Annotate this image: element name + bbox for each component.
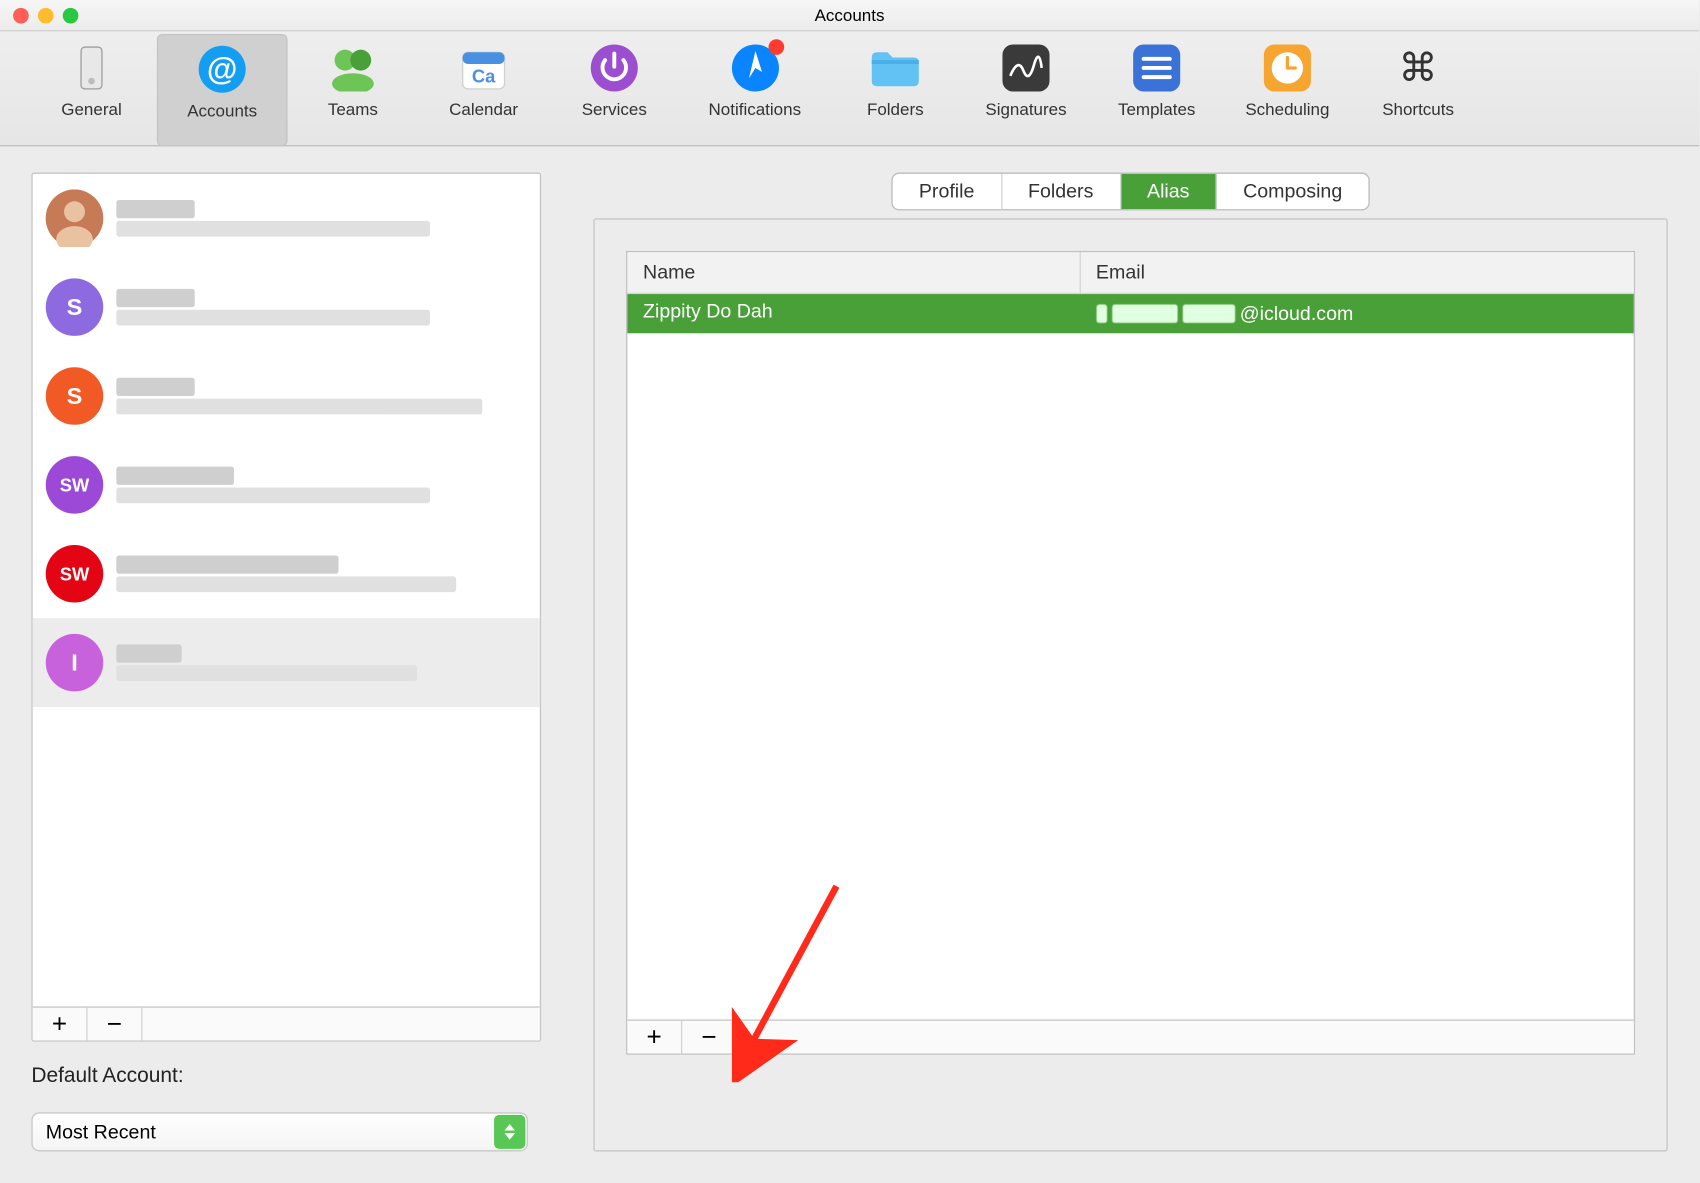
tab-alias[interactable]: Alias [1121, 174, 1217, 209]
accounts-list-box: S S SW SW I [31, 173, 541, 1042]
svg-text:@: @ [207, 51, 238, 86]
toolbar-services[interactable]: Services [549, 33, 680, 145]
add-alias-button[interactable]: + [627, 1020, 682, 1054]
tab-folders[interactable]: Folders [1002, 174, 1121, 209]
alias-row[interactable]: Zippity Do Dah @icloud.com [627, 294, 1633, 333]
account-row[interactable]: I [33, 618, 540, 707]
toolbar-label: Calendar [449, 99, 518, 119]
avatar: SW [46, 456, 104, 514]
account-row[interactable] [33, 174, 540, 263]
toolbar-shortcuts[interactable]: ⌘ Shortcuts [1353, 33, 1484, 145]
avatar: SW [46, 545, 104, 603]
account-row[interactable]: SW [33, 529, 540, 618]
power-icon [588, 41, 640, 93]
command-icon: ⌘ [1392, 41, 1444, 93]
signature-icon [1000, 41, 1052, 93]
toolbar-label: Notifications [709, 99, 802, 119]
accounts-list: S S SW SW I [33, 174, 540, 1007]
toolbar-general[interactable]: General [26, 33, 157, 145]
alias-email-cell: @icloud.com [1080, 294, 1634, 333]
list-icon [1131, 41, 1183, 93]
toolbar-label: Folders [867, 99, 924, 119]
toolbar-label: Shortcuts [1382, 99, 1454, 119]
column-header-email[interactable]: Email [1080, 252, 1634, 293]
account-detail-tabs: Profile Folders Alias Composing [891, 173, 1369, 211]
default-account-label: Default Account: [31, 1065, 541, 1089]
folder-icon [869, 41, 921, 93]
default-account-value: Most Recent [46, 1121, 156, 1143]
alias-panel: Name Email Zippity Do Dah @icloud.com [593, 218, 1667, 1151]
toolbar-label: Scheduling [1245, 99, 1329, 119]
svg-text:Ca: Ca [472, 65, 496, 86]
toolbar-signatures[interactable]: Signatures [961, 33, 1092, 145]
cursor-badge-icon [729, 41, 781, 93]
calendar-icon: Ca [457, 41, 509, 93]
minus-icon: − [701, 1023, 716, 1052]
plus-icon: + [52, 1010, 67, 1039]
toolbar-scheduling[interactable]: Scheduling [1222, 33, 1353, 145]
add-account-button[interactable]: + [33, 1007, 88, 1041]
toolbar-label: Templates [1118, 99, 1195, 119]
toolbar-label: Accounts [187, 100, 257, 120]
toolbar-notifications[interactable]: Notifications [680, 33, 830, 145]
avatar: I [46, 634, 104, 692]
toolbar-label: Teams [328, 99, 378, 119]
preferences-toolbar: General @ Accounts Teams Ca Calendar Ser… [0, 31, 1699, 146]
minus-icon: − [107, 1010, 122, 1039]
clock-icon [1261, 41, 1313, 93]
account-row[interactable]: SW [33, 440, 540, 529]
at-sign-icon: @ [196, 42, 248, 94]
toolbar-templates[interactable]: Templates [1091, 33, 1222, 145]
select-arrows-icon [494, 1115, 525, 1149]
alias-name-cell: Zippity Do Dah [627, 294, 1080, 333]
account-row[interactable]: S [33, 263, 540, 352]
svg-text:⌘: ⌘ [1398, 46, 1437, 89]
toolbar-teams[interactable]: Teams [288, 33, 419, 145]
toolbar-label: General [61, 99, 121, 119]
toolbar-folders[interactable]: Folders [830, 33, 961, 145]
tab-profile[interactable]: Profile [893, 174, 1002, 209]
remove-account-button[interactable]: − [88, 1007, 143, 1041]
switches-icon [65, 41, 117, 93]
toolbar-label: Signatures [985, 99, 1066, 119]
default-account-select[interactable]: Most Recent [31, 1112, 528, 1151]
account-row[interactable]: S [33, 352, 540, 441]
plus-icon: + [647, 1023, 662, 1052]
avatar: S [46, 367, 104, 425]
alias-table: Name Email Zippity Do Dah @icloud.com [626, 251, 1635, 1055]
avatar: S [46, 278, 104, 336]
tab-composing[interactable]: Composing [1217, 174, 1368, 209]
people-icon [327, 41, 379, 93]
remove-alias-button[interactable]: − [682, 1020, 737, 1054]
toolbar-calendar[interactable]: Ca Calendar [418, 33, 549, 145]
toolbar-label: Services [582, 99, 647, 119]
column-header-name[interactable]: Name [627, 252, 1080, 293]
window-title: Accounts [0, 5, 1699, 25]
avatar [46, 190, 104, 248]
toolbar-accounts[interactable]: @ Accounts [157, 33, 288, 145]
